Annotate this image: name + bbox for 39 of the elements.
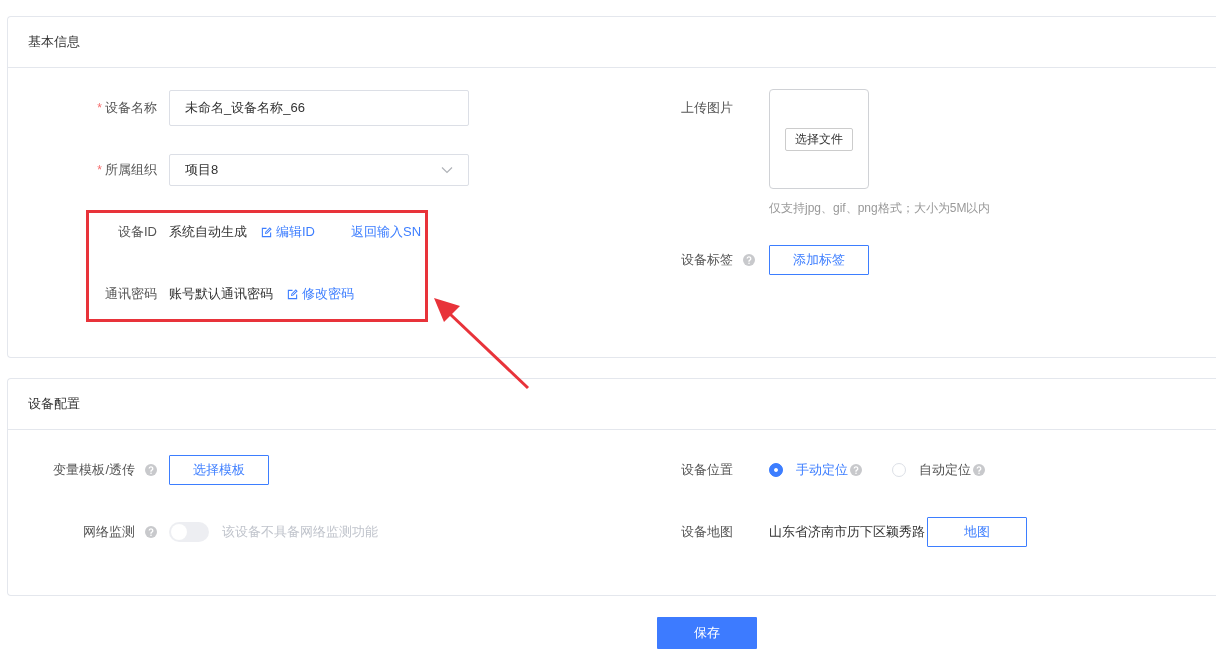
field-label: 设备ID xyxy=(118,223,157,241)
select-field[interactable]: 项目8 xyxy=(169,154,469,186)
radio-option[interactable]: 手动定位 xyxy=(769,461,862,479)
map-button[interactable]: 地图 xyxy=(927,517,1027,547)
field-label: 设备标签 xyxy=(681,251,733,269)
chevron-down-icon xyxy=(441,166,453,174)
link[interactable]: 编辑ID xyxy=(261,223,315,241)
switch-text: 该设备不具备网络监测功能 xyxy=(222,523,378,541)
help-icon[interactable] xyxy=(850,464,862,476)
save-button[interactable]: 保存 xyxy=(657,617,757,649)
choose-file-button[interactable]: 选择文件 xyxy=(785,127,853,151)
field-label: 设备名称 xyxy=(105,99,157,117)
section-title: 设备配置 xyxy=(28,395,80,413)
required-mark: * xyxy=(97,163,102,177)
field-label: 所属组织 xyxy=(105,161,157,179)
upload-area[interactable]: 选择文件 xyxy=(769,89,869,189)
link[interactable]: 修改密码 xyxy=(287,285,354,303)
outline-button[interactable]: 添加标签 xyxy=(769,245,869,275)
value-text: 账号默认通讯密码 xyxy=(169,285,273,303)
edit-icon xyxy=(261,226,272,238)
field-label: 变量模板/透传 xyxy=(53,461,135,479)
section-title: 基本信息 xyxy=(28,33,80,51)
link[interactable]: 返回输入SN xyxy=(351,223,422,241)
field-label: 设备地图 xyxy=(681,523,733,541)
help-icon[interactable] xyxy=(973,464,985,476)
required-mark: * xyxy=(97,101,102,115)
field-label: 设备位置 xyxy=(681,461,733,479)
field-label: 网络监测 xyxy=(83,523,135,541)
field-label: 通讯密码 xyxy=(105,285,157,303)
outline-button[interactable]: 选择模板 xyxy=(169,455,269,485)
radio-option[interactable]: 自动定位 xyxy=(892,461,985,479)
address-text: 山东省济南市历下区颖秀路 xyxy=(769,523,925,541)
value-text: 系统自动生成 xyxy=(169,223,247,241)
edit-icon xyxy=(287,288,298,300)
help-icon[interactable] xyxy=(145,464,157,476)
text-input[interactable]: 未命名_设备名称_66 xyxy=(169,90,469,126)
field-label: 上传图片 xyxy=(681,99,733,117)
hint-text: 仅支持jpg、gif、png格式；大小为5M以内 xyxy=(769,200,991,217)
help-icon[interactable] xyxy=(743,254,755,266)
